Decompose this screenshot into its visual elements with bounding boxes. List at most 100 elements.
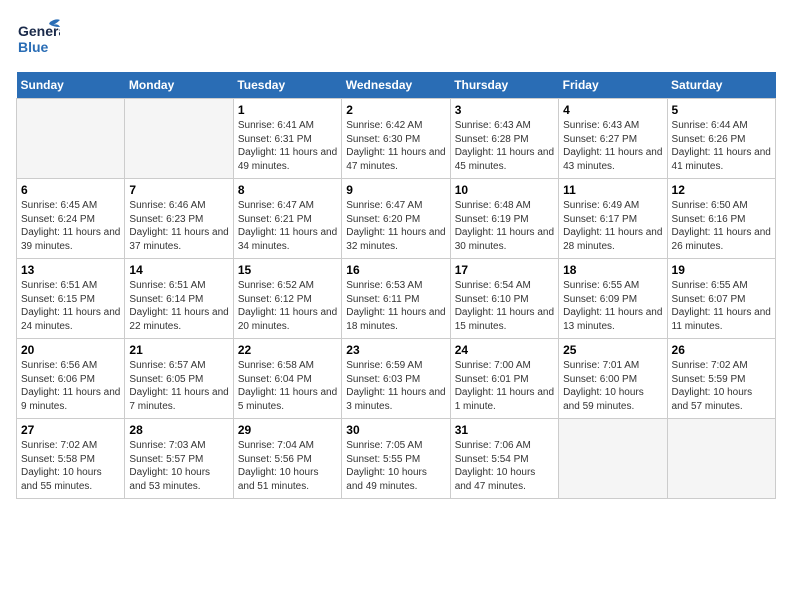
day-info: Sunrise: 7:03 AM Sunset: 5:57 PM Dayligh… xyxy=(129,439,228,493)
calendar-table: SundayMondayTuesdayWednesdayThursdayFrid… xyxy=(16,72,776,499)
day-info: Sunrise: 6:45 AM Sunset: 6:24 PM Dayligh… xyxy=(21,199,120,253)
day-number: 19 xyxy=(672,263,771,277)
day-number: 3 xyxy=(455,103,554,117)
calendar-cell: 28 Sunrise: 7:03 AM Sunset: 5:57 PM Dayli… xyxy=(125,419,233,499)
day-header-tuesday: Tuesday xyxy=(233,72,341,99)
calendar-cell: 10 Sunrise: 6:48 AM Sunset: 6:19 PM Dayli… xyxy=(450,179,558,259)
calendar-cell: 14 Sunrise: 6:51 AM Sunset: 6:14 PM Dayli… xyxy=(125,259,233,339)
day-number: 17 xyxy=(455,263,554,277)
page-header: General Blue xyxy=(16,16,776,60)
day-info: Sunrise: 7:00 AM Sunset: 6:01 PM Dayligh… xyxy=(455,359,554,413)
calendar-week-row: 13 Sunrise: 6:51 AM Sunset: 6:15 PM Dayli… xyxy=(17,259,776,339)
day-number: 7 xyxy=(129,183,228,197)
calendar-cell: 22Sunrise: 6:58 AM Sunset: 6:04 PM Dayli… xyxy=(233,339,341,419)
calendar-week-row: 6 Sunrise: 6:45 AM Sunset: 6:24 PM Daylig… xyxy=(17,179,776,259)
day-number: 5 xyxy=(672,103,771,117)
logo-container: General Blue xyxy=(16,16,60,60)
calendar-week-row: 27 Sunrise: 7:02 AM Sunset: 5:58 PM Dayli… xyxy=(17,419,776,499)
day-info: Sunrise: 6:51 AM Sunset: 6:15 PM Dayligh… xyxy=(21,279,120,333)
day-number: 20 xyxy=(21,343,120,357)
calendar-header-row: SundayMondayTuesdayWednesdayThursdayFrid… xyxy=(17,72,776,99)
calendar-cell: 30 Sunrise: 7:05 AM Sunset: 5:55 PM Dayli… xyxy=(342,419,450,499)
logo-svg: General Blue xyxy=(16,16,60,60)
day-number: 28 xyxy=(129,423,228,437)
calendar-cell: 11Sunrise: 6:49 AM Sunset: 6:17 PM Dayli… xyxy=(559,179,667,259)
day-number: 8 xyxy=(238,183,337,197)
day-info: Sunrise: 6:53 AM Sunset: 6:11 PM Dayligh… xyxy=(346,279,445,333)
day-header-wednesday: Wednesday xyxy=(342,72,450,99)
calendar-cell: 27 Sunrise: 7:02 AM Sunset: 5:58 PM Dayli… xyxy=(17,419,125,499)
svg-text:Blue: Blue xyxy=(18,39,49,55)
day-info: Sunrise: 6:54 AM Sunset: 6:10 PM Dayligh… xyxy=(455,279,554,333)
day-number: 9 xyxy=(346,183,445,197)
day-number: 11 xyxy=(563,183,662,197)
calendar-week-row: 20Sunrise: 6:56 AM Sunset: 6:06 PM Dayli… xyxy=(17,339,776,419)
calendar-cell: 2 Sunrise: 6:42 AM Sunset: 6:30 PM Daylig… xyxy=(342,99,450,179)
calendar-cell: 17 Sunrise: 6:54 AM Sunset: 6:10 PM Dayli… xyxy=(450,259,558,339)
day-number: 18 xyxy=(563,263,662,277)
day-number: 14 xyxy=(129,263,228,277)
day-info: Sunrise: 7:04 AM Sunset: 5:56 PM Dayligh… xyxy=(238,439,337,493)
calendar-cell: 5Sunrise: 6:44 AM Sunset: 6:26 PM Daylig… xyxy=(667,99,775,179)
day-info: Sunrise: 7:05 AM Sunset: 5:55 PM Dayligh… xyxy=(346,439,445,493)
day-info: Sunrise: 6:50 AM Sunset: 6:16 PM Dayligh… xyxy=(672,199,771,253)
day-info: Sunrise: 6:48 AM Sunset: 6:19 PM Dayligh… xyxy=(455,199,554,253)
day-number: 24 xyxy=(455,343,554,357)
calendar-cell: 21Sunrise: 6:57 AM Sunset: 6:05 PM Dayli… xyxy=(125,339,233,419)
day-number: 27 xyxy=(21,423,120,437)
day-info: Sunrise: 6:42 AM Sunset: 6:30 PM Dayligh… xyxy=(346,119,445,173)
calendar-cell: 9 Sunrise: 6:47 AM Sunset: 6:20 PM Daylig… xyxy=(342,179,450,259)
calendar-week-row: 1Sunrise: 6:41 AM Sunset: 6:31 PM Daylig… xyxy=(17,99,776,179)
day-number: 1 xyxy=(238,103,337,117)
calendar-cell: 4Sunrise: 6:43 AM Sunset: 6:27 PM Daylig… xyxy=(559,99,667,179)
calendar-cell xyxy=(17,99,125,179)
day-number: 31 xyxy=(455,423,554,437)
calendar-cell: 29 Sunrise: 7:04 AM Sunset: 5:56 PM Dayli… xyxy=(233,419,341,499)
day-info: Sunrise: 7:02 AM Sunset: 5:59 PM Dayligh… xyxy=(672,359,771,413)
calendar-cell: 13 Sunrise: 6:51 AM Sunset: 6:15 PM Dayli… xyxy=(17,259,125,339)
calendar-cell: 1Sunrise: 6:41 AM Sunset: 6:31 PM Daylig… xyxy=(233,99,341,179)
day-number: 6 xyxy=(21,183,120,197)
day-info: Sunrise: 6:47 AM Sunset: 6:21 PM Dayligh… xyxy=(238,199,337,253)
calendar-cell: 3Sunrise: 6:43 AM Sunset: 6:28 PM Daylig… xyxy=(450,99,558,179)
day-info: Sunrise: 6:46 AM Sunset: 6:23 PM Dayligh… xyxy=(129,199,228,253)
calendar-cell xyxy=(125,99,233,179)
day-number: 16 xyxy=(346,263,445,277)
calendar-cell: 19Sunrise: 6:55 AM Sunset: 6:07 PM Dayli… xyxy=(667,259,775,339)
day-number: 2 xyxy=(346,103,445,117)
calendar-cell: 24 Sunrise: 7:00 AM Sunset: 6:01 PM Dayli… xyxy=(450,339,558,419)
day-number: 12 xyxy=(672,183,771,197)
day-header-monday: Monday xyxy=(125,72,233,99)
day-info: Sunrise: 7:06 AM Sunset: 5:54 PM Dayligh… xyxy=(455,439,554,493)
day-info: Sunrise: 6:59 AM Sunset: 6:03 PM Dayligh… xyxy=(346,359,445,413)
day-number: 30 xyxy=(346,423,445,437)
day-number: 23 xyxy=(346,343,445,357)
day-info: Sunrise: 6:58 AM Sunset: 6:04 PM Dayligh… xyxy=(238,359,337,413)
calendar-cell xyxy=(667,419,775,499)
logo: General Blue xyxy=(16,16,60,60)
day-number: 4 xyxy=(563,103,662,117)
calendar-cell: 23 Sunrise: 6:59 AM Sunset: 6:03 PM Dayli… xyxy=(342,339,450,419)
day-header-friday: Friday xyxy=(559,72,667,99)
day-info: Sunrise: 6:51 AM Sunset: 6:14 PM Dayligh… xyxy=(129,279,228,333)
calendar-cell: 25Sunrise: 7:01 AM Sunset: 6:00 PM Dayli… xyxy=(559,339,667,419)
day-number: 13 xyxy=(21,263,120,277)
day-info: Sunrise: 7:01 AM Sunset: 6:00 PM Dayligh… xyxy=(563,359,662,413)
day-header-sunday: Sunday xyxy=(17,72,125,99)
day-info: Sunrise: 6:55 AM Sunset: 6:09 PM Dayligh… xyxy=(563,279,662,333)
day-number: 15 xyxy=(238,263,337,277)
calendar-cell: 18 Sunrise: 6:55 AM Sunset: 6:09 PM Dayli… xyxy=(559,259,667,339)
calendar-cell: 6 Sunrise: 6:45 AM Sunset: 6:24 PM Daylig… xyxy=(17,179,125,259)
calendar-cell: 12 Sunrise: 6:50 AM Sunset: 6:16 PM Dayli… xyxy=(667,179,775,259)
calendar-cell: 31 Sunrise: 7:06 AM Sunset: 5:54 PM Dayli… xyxy=(450,419,558,499)
day-header-saturday: Saturday xyxy=(667,72,775,99)
calendar-cell: 8 Sunrise: 6:47 AM Sunset: 6:21 PM Daylig… xyxy=(233,179,341,259)
day-number: 26 xyxy=(672,343,771,357)
day-info: Sunrise: 7:02 AM Sunset: 5:58 PM Dayligh… xyxy=(21,439,120,493)
day-number: 29 xyxy=(238,423,337,437)
calendar-cell: 20Sunrise: 6:56 AM Sunset: 6:06 PM Dayli… xyxy=(17,339,125,419)
day-number: 10 xyxy=(455,183,554,197)
day-info: Sunrise: 6:47 AM Sunset: 6:20 PM Dayligh… xyxy=(346,199,445,253)
calendar-cell xyxy=(559,419,667,499)
day-info: Sunrise: 6:57 AM Sunset: 6:05 PM Dayligh… xyxy=(129,359,228,413)
